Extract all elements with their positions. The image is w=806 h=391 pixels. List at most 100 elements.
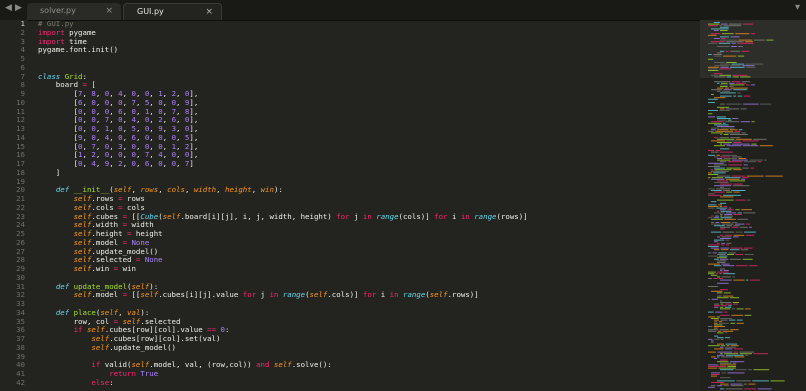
tab-solver[interactable]: solver.py × (27, 3, 121, 20)
minimap-stripe (720, 226, 730, 228)
minimap-stripe (720, 270, 723, 271)
line-number: 42 (16, 377, 25, 387)
minimap-stripe (714, 185, 732, 187)
code-token: .rows)] (447, 290, 479, 300)
minimap-stripe (736, 308, 744, 310)
minimap-stripe (727, 372, 745, 374)
back-arrow-icon[interactable]: ◀ (5, 3, 12, 13)
minimap-stripe (714, 62, 725, 63)
code-line[interactable] (38, 55, 698, 64)
minimap-stripe (742, 177, 749, 179)
minimap-stripe (730, 361, 745, 363)
code-token: .selected (91, 255, 136, 265)
minimap-stripe (717, 236, 721, 238)
chevron-down-icon[interactable]: ▾ (795, 2, 800, 13)
code-token: .cols)] (327, 290, 363, 300)
minimap-stripe (720, 353, 723, 355)
code-token: , (162, 89, 172, 98)
minimap-stripe (743, 95, 751, 97)
minimap-stripe (734, 130, 741, 132)
minimap-stripe (718, 42, 731, 44)
code-token: [ (38, 141, 79, 151)
code-token: valid( (100, 360, 132, 370)
code-token: , (109, 150, 119, 160)
minimap-stripe (730, 297, 740, 299)
code-line[interactable]: self.win = win (38, 264, 698, 274)
code-line[interactable]: import time (38, 37, 698, 47)
minimap-stripe (708, 330, 717, 332)
minimap-stripe (725, 108, 740, 110)
minimap-stripe (746, 279, 749, 281)
code-token: .model, val, (row,col)) (149, 360, 257, 370)
minimap-stripe (719, 151, 733, 153)
code-token: width (193, 185, 217, 195)
minimap-stripe (731, 46, 737, 47)
minimap-stripe (743, 212, 756, 214)
minimap-stripe (717, 129, 729, 131)
minimap-stripe (737, 55, 745, 57)
code-token: row, col (38, 316, 114, 326)
minimap-stripe (717, 175, 731, 177)
minimap-stripe (708, 154, 716, 156)
code-line[interactable]: self.update_model() (38, 343, 698, 353)
code-line[interactable]: class Grid: (38, 72, 698, 82)
code-token: j (349, 211, 363, 221)
code-token: [ (38, 106, 79, 116)
minimap-stripe (725, 332, 728, 334)
minimap-stripe (720, 362, 732, 364)
code-editor[interactable]: # GUI.py import pygame import time pygame.f… (38, 20, 698, 391)
minimap-stripe (720, 215, 723, 217)
minimap-stripe (730, 50, 740, 52)
minimap-stripe (715, 150, 721, 151)
minimap-stripe (744, 247, 753, 249)
minimap-stripe (708, 98, 718, 100)
code-line[interactable]: # GUI.py (38, 20, 698, 29)
minimap-stripe (717, 138, 735, 140)
code-token: None (131, 237, 150, 247)
code-line[interactable]: [0, 4, 9, 2, 0, 6, 0, 0, 7] (38, 159, 698, 169)
code-token: Cube (140, 211, 159, 221)
code-line[interactable]: self.model = [[self.cubes[i][j].value fo… (38, 290, 698, 300)
minimap[interactable] (700, 20, 806, 391)
minimap-stripe (720, 108, 725, 110)
minimap-stripe (750, 33, 755, 35)
code-line[interactable] (38, 64, 698, 73)
code-token: self (140, 290, 159, 300)
tab-gui[interactable]: GUI.py × (123, 3, 222, 20)
code-token: , (162, 132, 172, 142)
code-line[interactable]: pygame.font.init() (38, 45, 698, 55)
forward-arrow-icon[interactable]: ▶ (15, 3, 22, 13)
minimap-stripe (716, 316, 720, 318)
minimap-stripe (708, 386, 715, 388)
code-line[interactable]: else: (38, 378, 698, 388)
minimap-stripe (731, 190, 746, 191)
code-token: for (434, 211, 448, 221)
minimap-stripe (720, 186, 724, 188)
minimap-stripe (720, 289, 728, 291)
code-line[interactable]: self.selected = None (38, 255, 698, 265)
minimap-stripe (726, 62, 737, 63)
minimap-stripe (714, 137, 718, 139)
code-line[interactable]: return True (38, 369, 698, 379)
code-line[interactable]: ] (38, 168, 698, 178)
minimap-stripe (720, 209, 726, 211)
code-token: , (176, 106, 185, 116)
minimap-stripe (714, 358, 718, 359)
minimap-stripe (740, 76, 751, 78)
minimap-stripe (733, 183, 743, 185)
minimap-stripe (732, 362, 737, 364)
minimap-stripe (711, 129, 716, 131)
minimap-stripe (741, 50, 750, 52)
code-line[interactable]: import pygame (38, 28, 698, 38)
minimap-stripe (711, 290, 723, 292)
minimap-stripe (711, 298, 718, 300)
code-token: , (135, 159, 145, 168)
close-icon[interactable]: × (105, 3, 113, 19)
close-icon[interactable]: × (205, 4, 213, 20)
minimap-stripe (727, 161, 743, 163)
minimap-stripe (708, 68, 718, 70)
code-token: , (109, 97, 119, 107)
